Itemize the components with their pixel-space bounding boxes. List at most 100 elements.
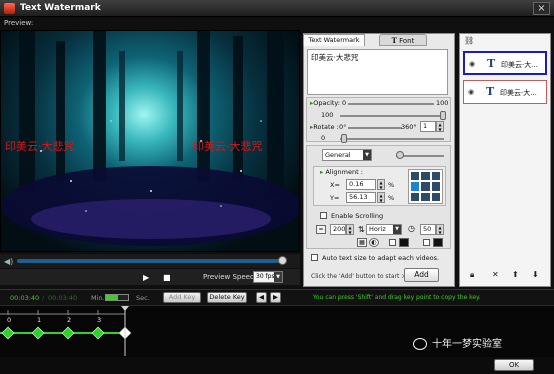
watermark-list-item[interactable]: ◉ T 印美云·大... (463, 80, 547, 104)
scroll-time-spinner[interactable]: ▲ ▼ (436, 224, 444, 235)
prev-key-button[interactable]: ◀ (256, 292, 267, 303)
x-label: X= (330, 181, 340, 189)
align-bottom-left[interactable] (411, 192, 420, 201)
align-middle-right[interactable] (431, 182, 440, 191)
rotate-step-input[interactable]: 1 (420, 121, 436, 132)
rotate-level-track[interactable] (340, 138, 444, 140)
enable-scrolling-label: Enable Scrolling (331, 212, 384, 220)
watermark-text-input[interactable]: 印美云·大悲咒 (307, 49, 448, 95)
lock-icon[interactable]: 🔒︎ (470, 270, 474, 280)
scroll-speed-input[interactable]: 200 (330, 224, 346, 235)
scroll-speed-icon: ═ (316, 225, 326, 234)
list-item-label: 印美云·大... (500, 89, 537, 97)
seek-bar: ◀) (0, 254, 300, 268)
y-input[interactable]: 56.13 (346, 192, 376, 203)
chevron-down-icon: ▼ (274, 272, 282, 282)
zoom-slider[interactable] (105, 294, 129, 301)
rotate-step-spinner[interactable]: ▲ ▼ (436, 121, 444, 132)
rotate-slider-track[interactable] (348, 127, 402, 129)
font-button-label: Font (399, 37, 415, 45)
keyframe (1, 326, 15, 340)
eye-icon[interactable]: ◉ (469, 60, 475, 68)
opacity-slider-handle[interactable] (440, 111, 446, 120)
align-top-left[interactable] (411, 172, 420, 181)
seek-track[interactable] (17, 259, 282, 263)
overlay-watermark: 十年一梦实验室 (413, 335, 502, 350)
delete-icon[interactable]: ✕ (492, 270, 499, 279)
y-spinner[interactable]: ▲ ▼ (377, 192, 385, 203)
move-up-icon[interactable]: ⬆ (512, 270, 519, 279)
rotate-label: ▸Rotate : (310, 123, 339, 131)
style-select[interactable]: General ▼ (322, 149, 372, 161)
watermark-preview-right[interactable]: 印美云·大悲咒 (193, 138, 263, 154)
rotate-slider-handle[interactable] (341, 134, 347, 143)
overlay-text: 十年一梦实验室 (432, 339, 502, 350)
enable-scrolling-checkbox[interactable] (320, 212, 327, 219)
box-option-2-checkbox[interactable] (423, 239, 430, 246)
tab-text-watermark[interactable]: Text Watermark (303, 34, 365, 46)
black-box-icon[interactable] (399, 238, 409, 247)
scroll-time-input[interactable]: 50 (420, 224, 436, 235)
text-type-icon: T (487, 57, 496, 70)
checker-icon[interactable]: ▦ (357, 238, 367, 247)
circle-icon[interactable]: ◐ (369, 238, 379, 247)
box-option-checkbox[interactable] (389, 239, 396, 246)
alignment-label: ▸ Alignment : (320, 168, 363, 176)
opacity-level-track[interactable] (340, 115, 444, 117)
current-time: 00:03:40 (10, 294, 40, 302)
stop-icon[interactable]: ■ (163, 273, 171, 282)
play-icon[interactable]: ▶ (143, 273, 149, 282)
opacity-label: ▸Opacity: (310, 99, 340, 107)
next-key-button[interactable]: ▶ (270, 292, 281, 303)
x-percent: % (388, 181, 395, 189)
footer-bar (0, 357, 554, 374)
watermark-list-item[interactable]: ◉ T 印美云·大... (463, 51, 547, 75)
link-icon[interactable]: ⛓ (464, 36, 474, 45)
move-down-icon[interactable]: ⬇ (532, 270, 539, 279)
opacity-slider-track[interactable] (348, 103, 434, 105)
add-key-button[interactable]: Add Key (163, 292, 201, 303)
window-title: Text Watermark (20, 3, 101, 13)
playback-controls: ▶ ■ Preview Speed 30 fps/s ▼ (0, 269, 300, 285)
ok-button[interactable]: OK (494, 359, 534, 371)
keyframe (61, 326, 75, 340)
sec-label: Sec. (136, 294, 150, 302)
align-top-right[interactable] (431, 172, 440, 181)
align-bottom-center[interactable] (421, 192, 430, 201)
scroll-direction-icon: ⇅ (358, 225, 365, 234)
align-middle-center[interactable] (421, 182, 430, 191)
scroll-direction-select[interactable]: Horiz ▼ (366, 224, 402, 235)
close-button[interactable]: × (533, 2, 550, 15)
delete-key-button[interactable]: Delete Key (207, 292, 247, 303)
align-bottom-right[interactable] (431, 192, 440, 201)
keyframe (91, 326, 105, 340)
timeline-hint: You can press 'Shift' and drag key point… (313, 294, 481, 301)
eye-icon[interactable]: ◉ (468, 88, 474, 96)
playhead-handle (121, 306, 129, 311)
font-button[interactable]: T Font (379, 34, 427, 46)
title-bar: Text Watermark × (0, 0, 554, 17)
align-middle-left[interactable] (411, 182, 420, 191)
seek-handle[interactable] (278, 256, 287, 265)
watermark-preview-left[interactable]: 印美云·大悲咒 (5, 138, 75, 154)
app-icon (4, 3, 15, 14)
black-box-2-icon[interactable] (433, 238, 443, 247)
alignment-grid[interactable] (408, 169, 443, 204)
keyframe (31, 326, 45, 340)
preview-label: Preview: (4, 19, 34, 27)
auto-size-label: Auto text size to adapt each videos. (322, 254, 440, 262)
scroll-speed-spinner[interactable]: ▲ ▼ (346, 224, 354, 235)
speed-select[interactable]: 30 fps/s ▼ (253, 271, 283, 283)
volume-icon[interactable]: ◀) (4, 257, 13, 266)
style-slider-handle[interactable] (396, 151, 404, 159)
opacity-value: 100 (321, 111, 334, 119)
x-input[interactable]: 0.16 (346, 179, 376, 190)
keyframe-timeline[interactable]: 0 1 2 3 十年一梦实验室 (0, 305, 554, 357)
align-top-center[interactable] (421, 172, 430, 181)
y-label: Y= (330, 194, 340, 202)
add-button[interactable]: Add (404, 268, 439, 282)
chevron-down-icon: ▼ (393, 225, 401, 234)
x-spinner[interactable]: ▲ ▼ (377, 179, 385, 190)
rotate-value: 0 (321, 134, 326, 142)
auto-size-checkbox[interactable] (311, 254, 318, 261)
